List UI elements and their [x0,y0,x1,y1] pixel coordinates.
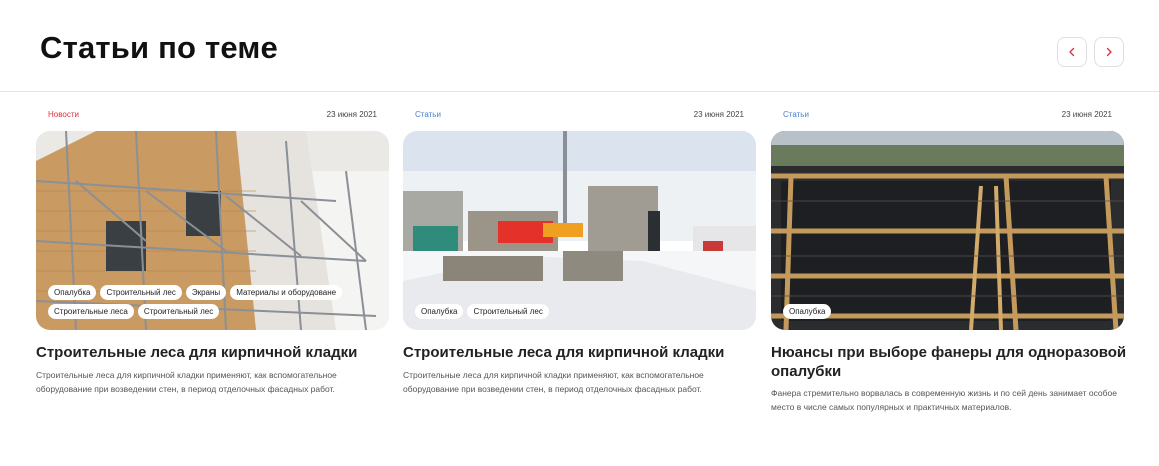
card-title[interactable]: Строительные леса для кирпичной кладки [403,343,763,362]
tag[interactable]: Экраны [185,285,227,300]
tag[interactable]: Строительный лес [137,304,220,319]
card-description: Фанера стремительно ворвалась в современ… [771,388,1117,412]
section-header: Статьи по теме [0,0,1159,92]
card-image[interactable]: Опалубка Строительный лес Экраны Материа… [36,131,389,330]
construction-site-photo [403,131,756,330]
article-card[interactable]: Новости 23 июня 2021 Опалубка Строительн… [36,108,389,394]
card-image[interactable]: Опалубка [771,131,1124,330]
card-meta: Статьи 23 июня 2021 [771,108,1124,122]
article-card[interactable]: Статьи 23 июня 2021 Опалубка Нюансы при … [771,108,1126,412]
tag-list: Опалубка Строительный лес [415,304,746,319]
card-category[interactable]: Статьи [415,110,441,119]
formwork-photo [771,131,1124,330]
tag[interactable]: Опалубка [415,304,464,319]
tag[interactable]: Строительный лес [467,304,549,319]
tag[interactable]: Строительные леса [48,304,134,319]
tag[interactable]: Материалы и оборудоване [230,285,343,300]
card-category[interactable]: Статьи [783,110,809,119]
card-date: 23 июня 2021 [326,110,377,119]
card-meta: Новости 23 июня 2021 [36,108,389,122]
card-title[interactable]: Нюансы при выборе фанеры для одноразовой… [771,343,1131,381]
tag[interactable]: Строительный лес [100,285,182,300]
chevron-left-icon [1069,47,1075,57]
card-description: Строительные леса для кирпичной кладки п… [36,370,337,394]
card-date: 23 июня 2021 [1061,110,1112,119]
page-title: Статьи по теме [40,30,278,65]
article-card[interactable]: Статьи 23 июня 2021 Опалубка Строительны… [403,108,756,394]
card-category[interactable]: Новости [48,110,79,119]
card-description: Строительные леса для кирпичной кладки п… [403,370,704,394]
card-meta: Статьи 23 июня 2021 [403,108,756,122]
tag[interactable]: Опалубка [783,304,832,319]
card-title[interactable]: Строительные леса для кирпичной кладки [36,343,396,362]
card-image[interactable]: Опалубка Строительный лес [403,131,756,330]
carousel-prev-button[interactable] [1057,37,1087,67]
tag-list: Опалубка Строительный лес Экраны Материа… [48,285,379,319]
tag-list: Опалубка [783,304,1114,319]
carousel-next-button[interactable] [1094,37,1124,67]
card-date: 23 июня 2021 [693,110,744,119]
chevron-right-icon [1106,47,1112,57]
tag[interactable]: Опалубка [48,285,97,300]
